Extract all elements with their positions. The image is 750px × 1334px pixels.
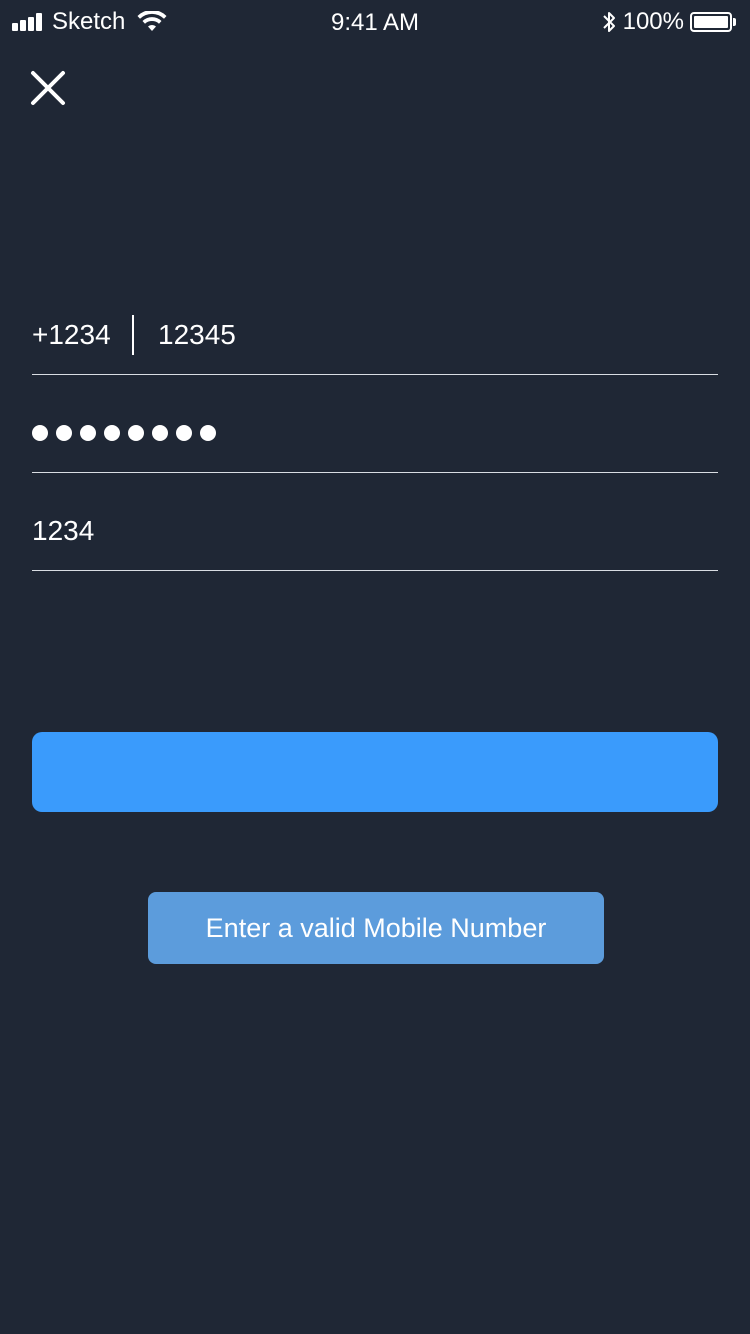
password-dot [104,425,120,441]
battery-percentage: 100% [622,8,684,35]
bluetooth-icon [602,12,615,32]
close-icon[interactable] [30,70,66,106]
password-field[interactable] [32,394,718,473]
field-divider [132,315,134,355]
password-dot [152,425,168,441]
error-toast: Enter a valid Mobile Number [148,892,604,964]
phone-field[interactable]: +1234 12345 [32,296,718,375]
password-dot [200,425,216,441]
password-dot [80,425,96,441]
battery-tip [733,18,736,26]
password-dots [32,425,224,441]
toast-message: Enter a valid Mobile Number [205,912,547,943]
password-dot [128,425,144,441]
battery-icon [690,12,732,32]
password-dot [176,425,192,441]
status-right: 100% [601,8,736,36]
verification-code-input[interactable]: 1234 [32,515,94,547]
phone-number-input[interactable]: 12345 [158,319,236,351]
verification-code-field[interactable]: 1234 [32,492,718,571]
submit-button[interactable] [32,732,718,812]
country-code[interactable]: +1234 [32,319,132,351]
status-bar: Sketch 9:41 AM 100% [0,0,750,44]
password-dot [56,425,72,441]
password-dot [32,425,48,441]
screen: Sketch 9:41 AM 100% +1234 12345 1234 Ent… [0,0,750,1334]
